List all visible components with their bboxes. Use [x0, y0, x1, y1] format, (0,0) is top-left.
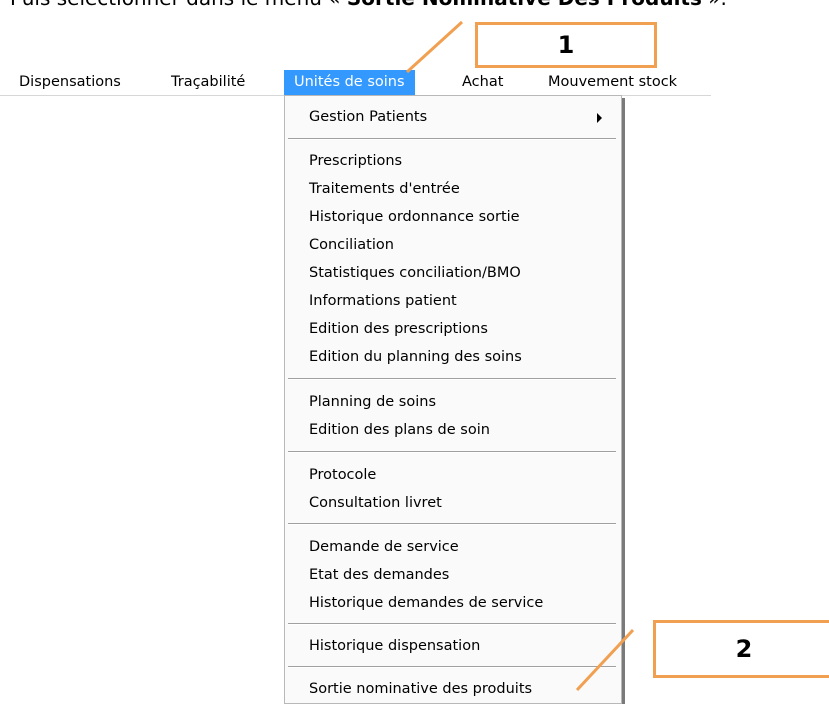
- callout-2-label: 2: [735, 635, 753, 663]
- callout-1-box: 1: [475, 22, 657, 68]
- callout-2-line: [575, 628, 635, 692]
- callout-connectors: [405, 20, 635, 692]
- callout-1-line: [405, 20, 464, 74]
- callout-2-box: 2: [653, 620, 829, 678]
- callout-1-label: 1: [557, 31, 575, 59]
